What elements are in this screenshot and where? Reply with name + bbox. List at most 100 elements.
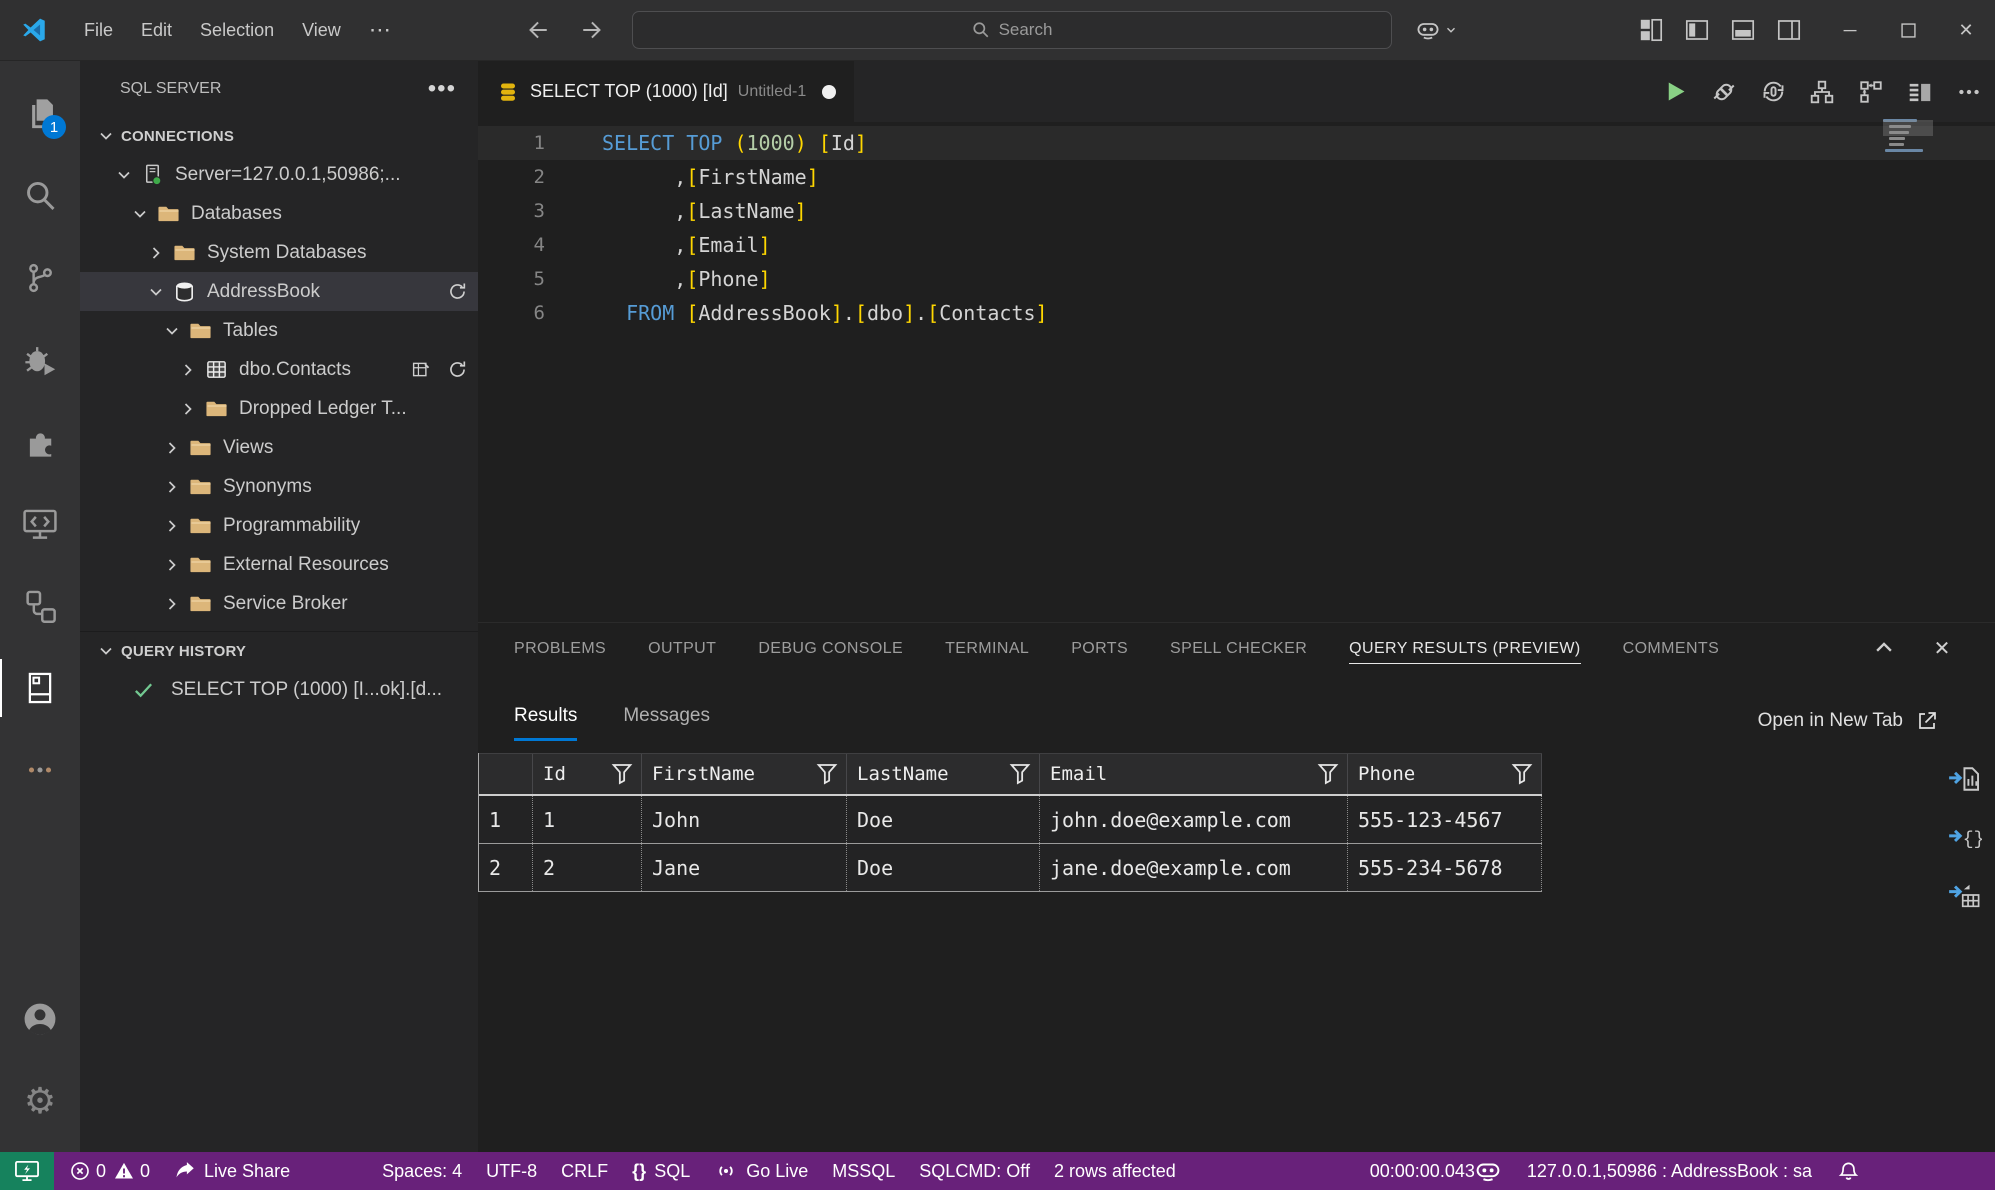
editor-tab-untitled-1[interactable]: SELECT TOP (1000) [Id] Untitled-1 bbox=[478, 61, 854, 122]
remote-indicator[interactable] bbox=[0, 1152, 54, 1190]
grid-row-1[interactable]: 11JohnDoejohn.doe@example.com555-123-456… bbox=[479, 796, 1542, 844]
panel-tab-query-results-preview[interactable]: QUERY RESULTS (PREVIEW) bbox=[1349, 634, 1580, 664]
menu-selection[interactable]: Selection bbox=[186, 20, 288, 40]
column-header-phone[interactable]: Phone bbox=[1348, 754, 1542, 794]
estimated-plan-button[interactable] bbox=[1808, 78, 1836, 106]
code-line-3[interactable]: 3 ,[LastName] bbox=[478, 194, 1995, 228]
statusbar-live-share[interactable]: Live Share bbox=[174, 1161, 290, 1182]
tree-item-tables[interactable]: Tables bbox=[80, 311, 478, 350]
menu-file[interactable]: File bbox=[70, 20, 127, 40]
panel-tab-spell-checker[interactable]: SPELL CHECKER bbox=[1170, 634, 1307, 664]
cell-phone[interactable]: 555-123-4567 bbox=[1348, 796, 1542, 843]
toggle-secondary-sidebar-icon[interactable] bbox=[1774, 15, 1804, 45]
split-editor-button[interactable] bbox=[1906, 78, 1934, 106]
statusbar-copilot[interactable] bbox=[1475, 1160, 1501, 1182]
window-maximize-icon[interactable] bbox=[1879, 0, 1937, 60]
open-in-new-tab-button[interactable]: Open in New Tab bbox=[1758, 709, 1939, 733]
window-close-icon[interactable]: ✕ bbox=[1937, 0, 1995, 60]
minimap[interactable] bbox=[1883, 116, 1933, 155]
run-query-button[interactable] bbox=[1661, 78, 1689, 106]
nav-back-icon[interactable] bbox=[520, 13, 554, 47]
save-as-json-button[interactable]: {} bbox=[1949, 821, 1981, 853]
statusbar-mssql-flavor[interactable]: MSSQL bbox=[832, 1161, 895, 1182]
tree-item-service-broker[interactable]: Service Broker bbox=[80, 584, 478, 623]
activitybar-settings[interactable]: ⚙ bbox=[0, 1060, 80, 1142]
cell-lastname[interactable]: Doe bbox=[847, 844, 1040, 891]
filter-funnel-icon[interactable] bbox=[1511, 762, 1533, 786]
results-subtab-results[interactable]: Results bbox=[514, 705, 577, 741]
copilot-menu[interactable] bbox=[1416, 20, 1458, 40]
more-actions-button[interactable] bbox=[1955, 78, 1983, 106]
column-header-id[interactable]: Id bbox=[533, 754, 642, 794]
tree-item-system-databases[interactable]: System Databases bbox=[80, 233, 478, 272]
panel-tab-output[interactable]: OUTPUT bbox=[648, 634, 716, 664]
activitybar-search[interactable] bbox=[0, 155, 80, 237]
cell-firstname[interactable]: John bbox=[642, 796, 847, 843]
tree-item-server-127-0-0-1-50986[interactable]: Server=127.0.0.1,50986;... bbox=[80, 155, 478, 194]
design-icon[interactable] bbox=[411, 359, 432, 380]
results-grid[interactable]: IdFirstNameLastNameEmailPhone11JohnDoejo… bbox=[478, 753, 1542, 892]
cell-email[interactable]: john.doe@example.com bbox=[1040, 796, 1348, 843]
column-header-firstname[interactable]: FirstName bbox=[642, 754, 847, 794]
tree-item-databases[interactable]: Databases bbox=[80, 194, 478, 233]
filter-funnel-icon[interactable] bbox=[611, 762, 633, 786]
statusbar-eol[interactable]: CRLF bbox=[561, 1161, 608, 1182]
window-minimize-icon[interactable]: ─ bbox=[1821, 0, 1879, 60]
panel-close-icon[interactable]: ✕ bbox=[1929, 635, 1955, 661]
search-input[interactable]: Search bbox=[632, 11, 1392, 49]
toggle-panel-icon[interactable] bbox=[1728, 15, 1758, 45]
cell-phone[interactable]: 555-234-5678 bbox=[1348, 844, 1542, 891]
panel-tab-comments[interactable]: COMMENTS bbox=[1623, 634, 1720, 664]
statusbar-problems[interactable]: 00 bbox=[70, 1161, 150, 1182]
results-subtab-messages[interactable]: Messages bbox=[623, 705, 710, 741]
disconnect-button[interactable] bbox=[1710, 78, 1738, 106]
panel-tab-terminal[interactable]: TERMINAL bbox=[945, 634, 1029, 664]
statusbar-connection-info[interactable]: 127.0.0.1,50986 : AddressBook : sa bbox=[1527, 1161, 1812, 1182]
unsaved-changes-icon[interactable] bbox=[822, 85, 836, 99]
query-history-item[interactable]: SELECT TOP (1000) [I...ok].[d... bbox=[80, 670, 478, 709]
activitybar-source-control[interactable] bbox=[0, 237, 80, 319]
statusbar-indentation[interactable]: Spaces: 4 bbox=[382, 1161, 462, 1182]
code-line-6[interactable]: 6 FROM [AddressBook].[dbo].[Contacts] bbox=[478, 296, 1995, 330]
filter-funnel-icon[interactable] bbox=[1317, 762, 1339, 786]
row-number-header[interactable] bbox=[479, 754, 533, 794]
activitybar-account[interactable] bbox=[0, 978, 80, 1060]
row-number-cell[interactable]: 2 bbox=[479, 844, 533, 891]
menu-edit[interactable]: Edit bbox=[127, 20, 186, 40]
statusbar-query-time[interactable]: 00:00:00.043 bbox=[1370, 1161, 1475, 1182]
connections-section-header[interactable]: CONNECTIONS bbox=[80, 117, 478, 155]
cell-lastname[interactable]: Doe bbox=[847, 796, 1040, 843]
customize-layout-icon[interactable] bbox=[1636, 15, 1666, 45]
panel-tab-debug-console[interactable]: DEBUG CONSOLE bbox=[758, 634, 903, 664]
activitybar-more-views[interactable] bbox=[0, 729, 80, 811]
tree-item-addressbook[interactable]: AddressBook bbox=[80, 272, 478, 311]
nav-forward-icon[interactable] bbox=[576, 13, 610, 47]
filter-funnel-icon[interactable] bbox=[1009, 762, 1031, 786]
grid-row-2[interactable]: 22JaneDoejane.doe@example.com555-234-567… bbox=[479, 844, 1542, 892]
tree-item-dbo-contacts[interactable]: dbo.Contacts bbox=[80, 350, 478, 389]
column-header-lastname[interactable]: LastName bbox=[847, 754, 1040, 794]
cell-id[interactable]: 2 bbox=[533, 844, 642, 891]
change-connection-button[interactable] bbox=[1759, 78, 1787, 106]
cell-id[interactable]: 1 bbox=[533, 796, 642, 843]
save-as-excel-button[interactable] bbox=[1949, 879, 1981, 911]
activitybar-explorer[interactable]: 1 bbox=[0, 73, 80, 155]
statusbar-notifications[interactable] bbox=[1838, 1161, 1859, 1182]
menu-view[interactable]: View bbox=[288, 20, 355, 40]
activitybar-remote-explorer[interactable] bbox=[0, 483, 80, 565]
tree-item-views[interactable]: Views bbox=[80, 428, 478, 467]
tree-item-synonyms[interactable]: Synonyms bbox=[80, 467, 478, 506]
panel-tab-problems[interactable]: PROBLEMS bbox=[514, 634, 606, 664]
actual-plan-button[interactable] bbox=[1857, 78, 1885, 106]
statusbar-encoding[interactable]: UTF-8 bbox=[486, 1161, 537, 1182]
refresh-icon[interactable] bbox=[447, 281, 468, 302]
tree-item-external-resources[interactable]: External Resources bbox=[80, 545, 478, 584]
code-editor[interactable]: 1SELECT TOP (1000) [Id]2 ,[FirstName]3 ,… bbox=[478, 122, 1995, 626]
statusbar-rows-affected[interactable]: 2 rows affected bbox=[1054, 1161, 1176, 1182]
activitybar-run-debug[interactable] bbox=[0, 319, 80, 401]
code-line-4[interactable]: 4 ,[Email] bbox=[478, 228, 1995, 262]
activitybar-sql-server[interactable] bbox=[0, 647, 80, 729]
code-line-1[interactable]: 1SELECT TOP (1000) [Id] bbox=[478, 126, 1995, 160]
refresh-icon[interactable] bbox=[447, 359, 468, 380]
code-line-2[interactable]: 2 ,[FirstName] bbox=[478, 160, 1995, 194]
